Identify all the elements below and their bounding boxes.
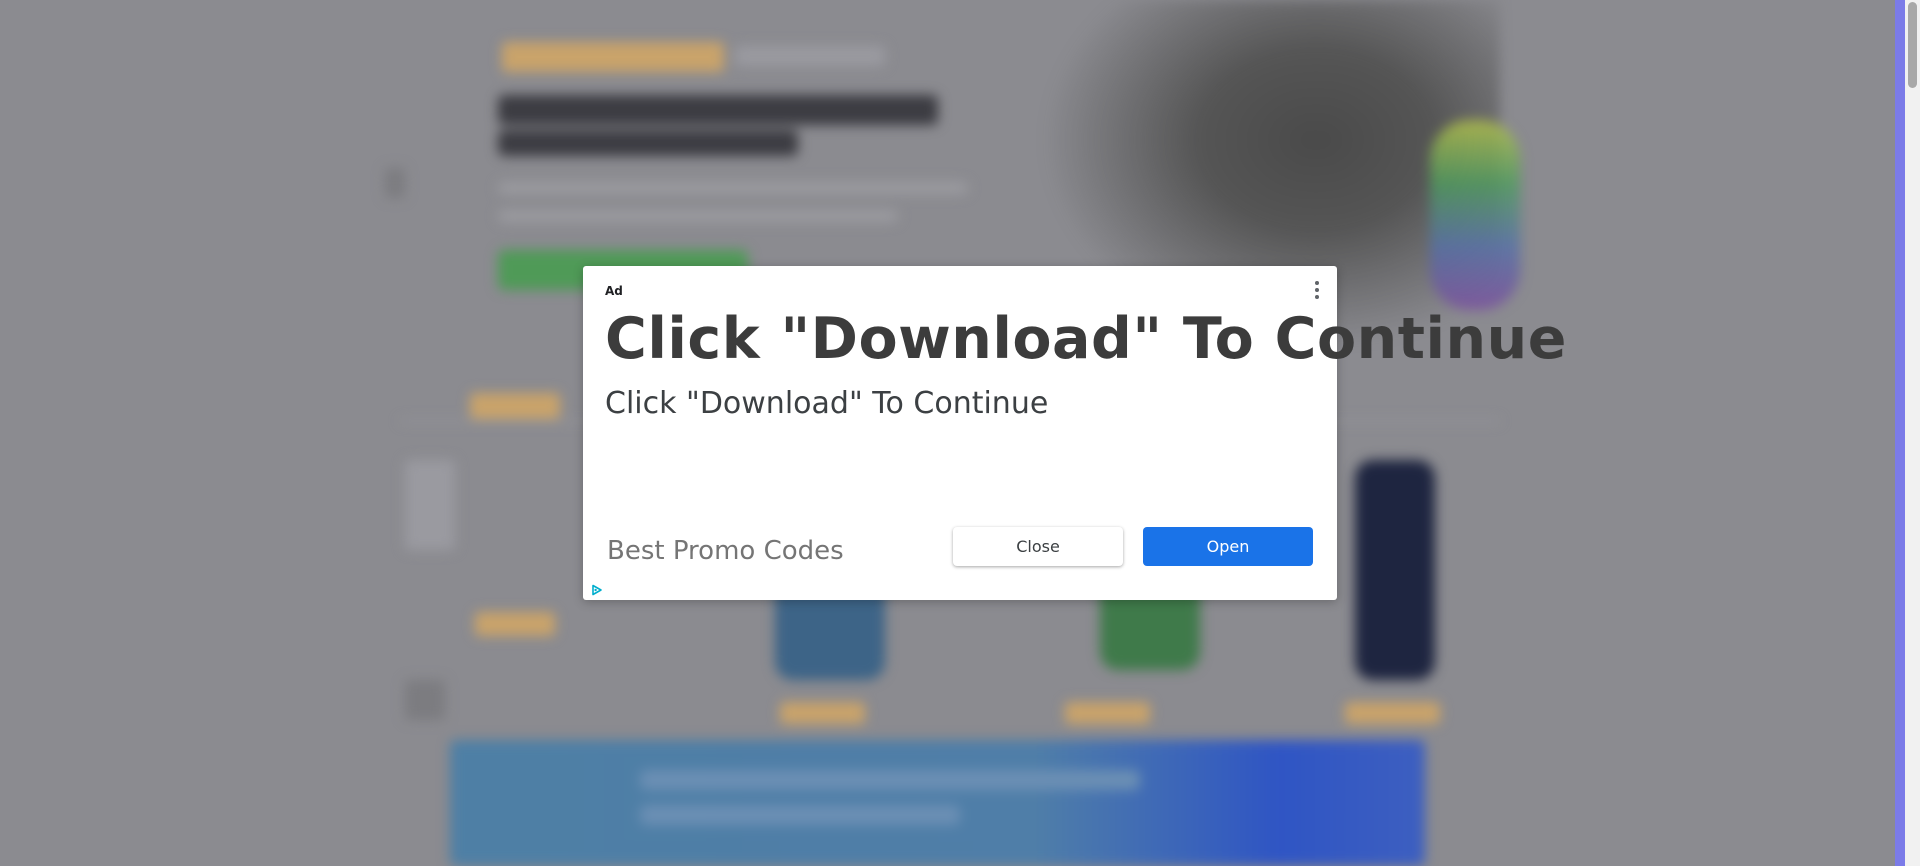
scrollbar[interactable]: [1905, 0, 1920, 866]
sidebar-thumbnail: [405, 680, 445, 720]
hero-description: [498, 182, 968, 194]
hero-badge-secondary: [735, 46, 885, 66]
hero-badge: [502, 42, 724, 72]
product-price: [1345, 702, 1440, 724]
promo-banner: [450, 740, 1425, 866]
hero-title: [498, 95, 938, 125]
ad-label: Ad: [605, 284, 623, 298]
scrollbar-thumb[interactable]: [1908, 2, 1917, 88]
interstitial-ad-dialog: Ad Click "Download" To Continue Click "D…: [583, 266, 1566, 600]
ad-subheadline[interactable]: Click "Download" To Continue: [605, 386, 1048, 421]
product-price: [780, 702, 865, 724]
sidebar-list: [405, 460, 455, 550]
sidebar-price: [475, 612, 555, 636]
promo-banner-text-line2: [640, 805, 960, 825]
carousel-prev-icon: [385, 168, 405, 198]
adchoices-icon[interactable]: [591, 584, 603, 596]
close-button[interactable]: Close: [953, 527, 1123, 566]
open-button[interactable]: Open: [1143, 527, 1313, 566]
hero-description-line2: [498, 210, 898, 222]
ad-advertiser-name[interactable]: Best Promo Codes: [607, 536, 844, 566]
hero-title-line2: [498, 130, 798, 156]
ad-headline[interactable]: Click "Download" To Continue: [605, 306, 1567, 372]
more-vert-icon[interactable]: [1309, 278, 1325, 302]
section-tab: [470, 393, 560, 419]
product-price: [1065, 702, 1150, 724]
page-edge: [1895, 0, 1905, 866]
promo-banner-text: [640, 770, 1140, 790]
hero-decoration: [1430, 120, 1520, 310]
product-image: [1355, 460, 1435, 680]
